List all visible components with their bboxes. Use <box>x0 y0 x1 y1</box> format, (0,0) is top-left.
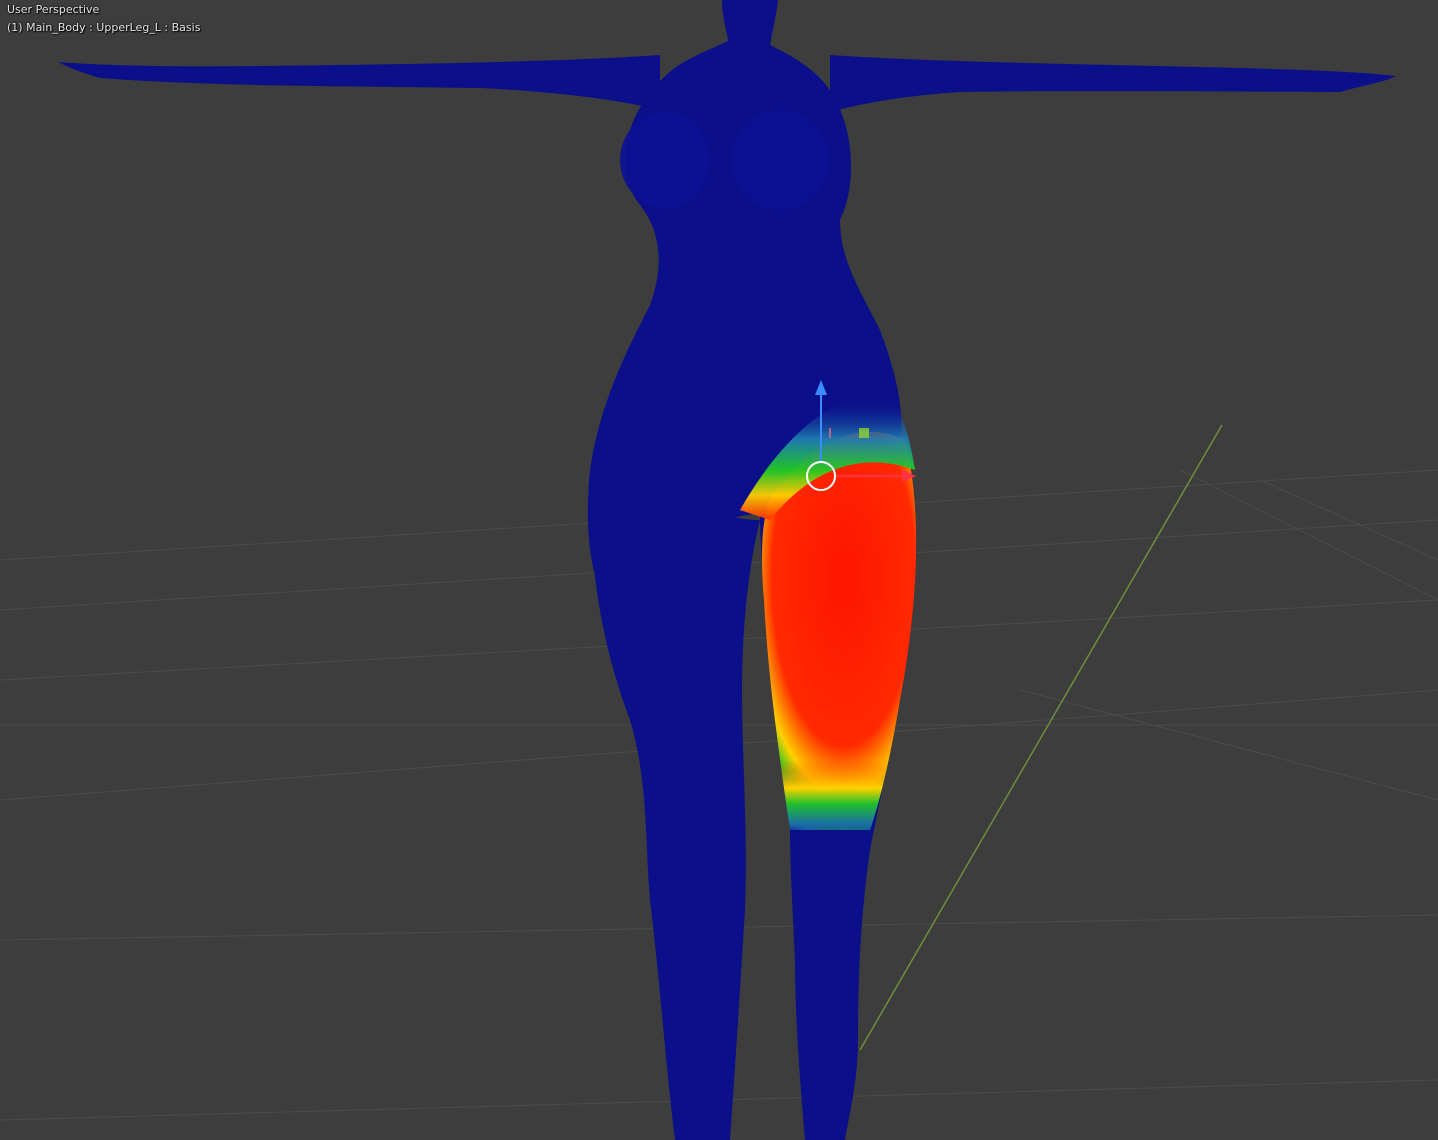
left-arm <box>58 55 660 110</box>
body-mesh[interactable] <box>58 0 1396 1140</box>
chest-shading-right <box>732 110 828 210</box>
chest-shading-left <box>620 112 710 208</box>
y-plane-handle[interactable] <box>859 428 869 438</box>
view-mode-label: User Perspective <box>7 3 100 16</box>
3d-viewport[interactable]: User Perspective (1) Main_Body : UpperLe… <box>0 0 1438 1140</box>
right-leg <box>589 464 760 1140</box>
object-info-label: (1) Main_Body : UpperLeg_L : Basis <box>7 21 201 34</box>
viewport-scene[interactable] <box>0 0 1438 1140</box>
right-arm <box>830 55 1396 112</box>
